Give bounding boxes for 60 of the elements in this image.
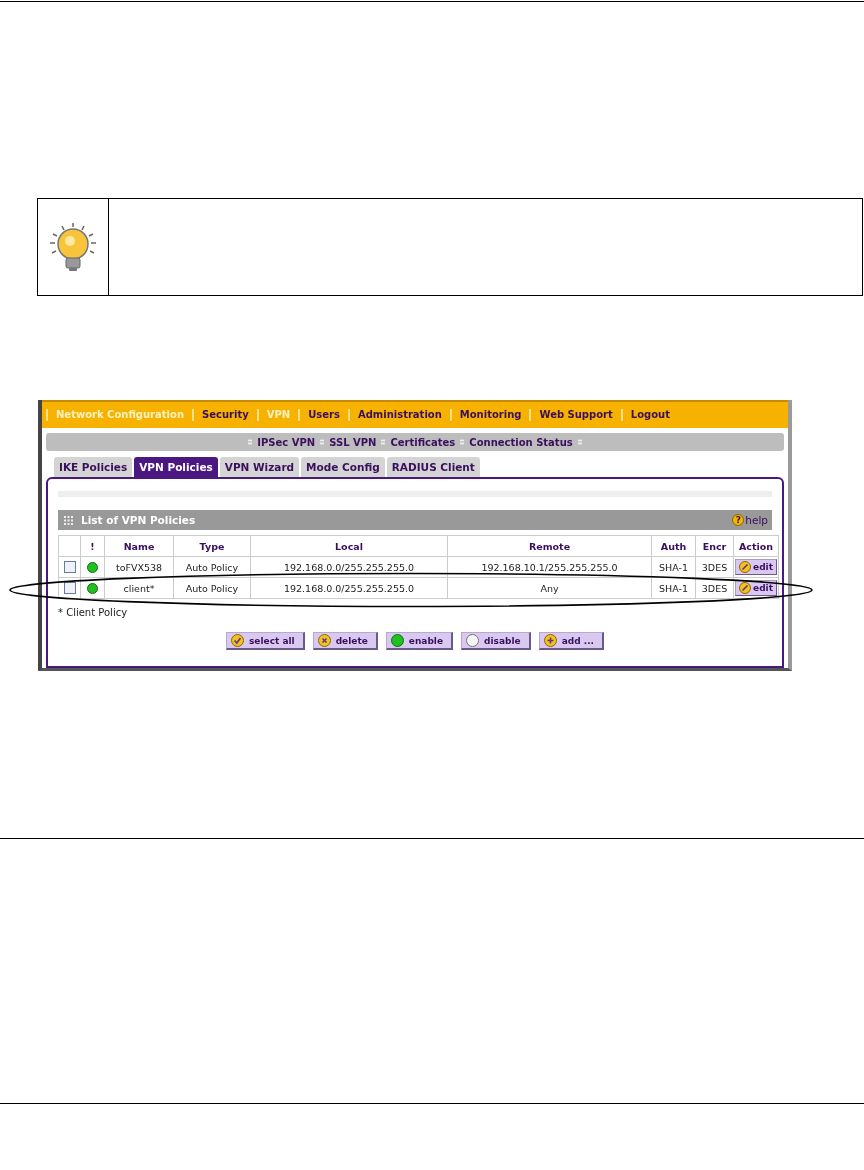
separator-icon — [248, 439, 253, 445]
column-header: Type — [173, 535, 251, 557]
edit-button[interactable]: edit — [735, 559, 777, 575]
plus-icon — [543, 634, 557, 647]
column-header: Name — [104, 535, 174, 557]
tab[interactable]: VPN Policies — [134, 457, 218, 477]
action-button[interactable]: enable — [385, 632, 454, 650]
submenu-item[interactable]: IPSec VPN — [257, 436, 316, 448]
help-icon[interactable]: ? — [732, 514, 745, 526]
action-button[interactable]: add ... — [538, 632, 604, 650]
separator-icon — [577, 439, 582, 445]
menu-item[interactable]: Logout — [620, 409, 678, 421]
tab[interactable]: IKE Policies — [54, 457, 133, 477]
lightbulb-icon — [48, 221, 98, 273]
tab[interactable]: VPN Wizard — [219, 457, 300, 477]
tab[interactable]: Mode Config — [301, 457, 385, 477]
submenu-item[interactable]: SSL VPN — [329, 436, 377, 448]
column-header: Encr — [695, 535, 734, 557]
table-cell: Auto Policy — [173, 556, 251, 578]
column-header: ! — [80, 535, 105, 557]
close-icon — [317, 634, 331, 647]
tab[interactable]: RADIUS Client — [386, 457, 480, 477]
pencil-icon — [739, 561, 752, 573]
action-button[interactable]: select all — [226, 632, 305, 650]
table-cell: SHA-1 — [651, 577, 696, 599]
help-link[interactable]: help — [745, 514, 768, 526]
column-header: Action — [733, 535, 779, 557]
menu-item[interactable]: Users — [298, 409, 348, 421]
grip-icon — [64, 515, 73, 525]
submenu-item[interactable]: Connection Status — [469, 436, 573, 448]
footnote: * Client Policy — [58, 607, 129, 618]
table-cell: 192.168.0.0/255.255.255.0 — [250, 556, 448, 578]
table-cell: 3DES — [695, 577, 734, 599]
column-header: Auth — [651, 535, 696, 557]
table-cell: client* — [104, 577, 174, 599]
circle-icon — [466, 634, 480, 647]
menu-item[interactable]: Monitoring — [449, 409, 530, 421]
action-button[interactable]: delete — [312, 632, 378, 650]
table-cell: 192.168.10.1/255.255.255.0 — [447, 556, 652, 578]
separator-icon — [320, 439, 325, 445]
circle-icon — [390, 634, 404, 647]
submenu-item[interactable]: Certificates — [390, 436, 456, 448]
table-cell: 192.168.0.0/255.255.255.0 — [250, 577, 448, 599]
row-checkbox[interactable] — [63, 582, 76, 595]
section-title: List of VPN Policies — [81, 514, 196, 526]
menu-item[interactable]: Security — [192, 409, 257, 421]
separator-icon — [460, 439, 465, 445]
table-cell: toFVX538 — [104, 556, 174, 578]
column-header: Local — [250, 535, 448, 557]
table-cell: 3DES — [695, 556, 734, 578]
table-cell: Any — [447, 577, 652, 599]
row-checkbox[interactable] — [63, 561, 76, 574]
menu-item[interactable]: Web Support — [529, 409, 621, 421]
column-header: Remote — [447, 535, 652, 557]
menu-item[interactable]: Administration — [347, 409, 450, 421]
separator-icon — [381, 439, 386, 445]
pencil-icon — [739, 582, 752, 594]
check-icon — [231, 634, 244, 647]
table-cell: Auto Policy — [173, 577, 251, 599]
action-button[interactable]: disable — [461, 632, 531, 650]
